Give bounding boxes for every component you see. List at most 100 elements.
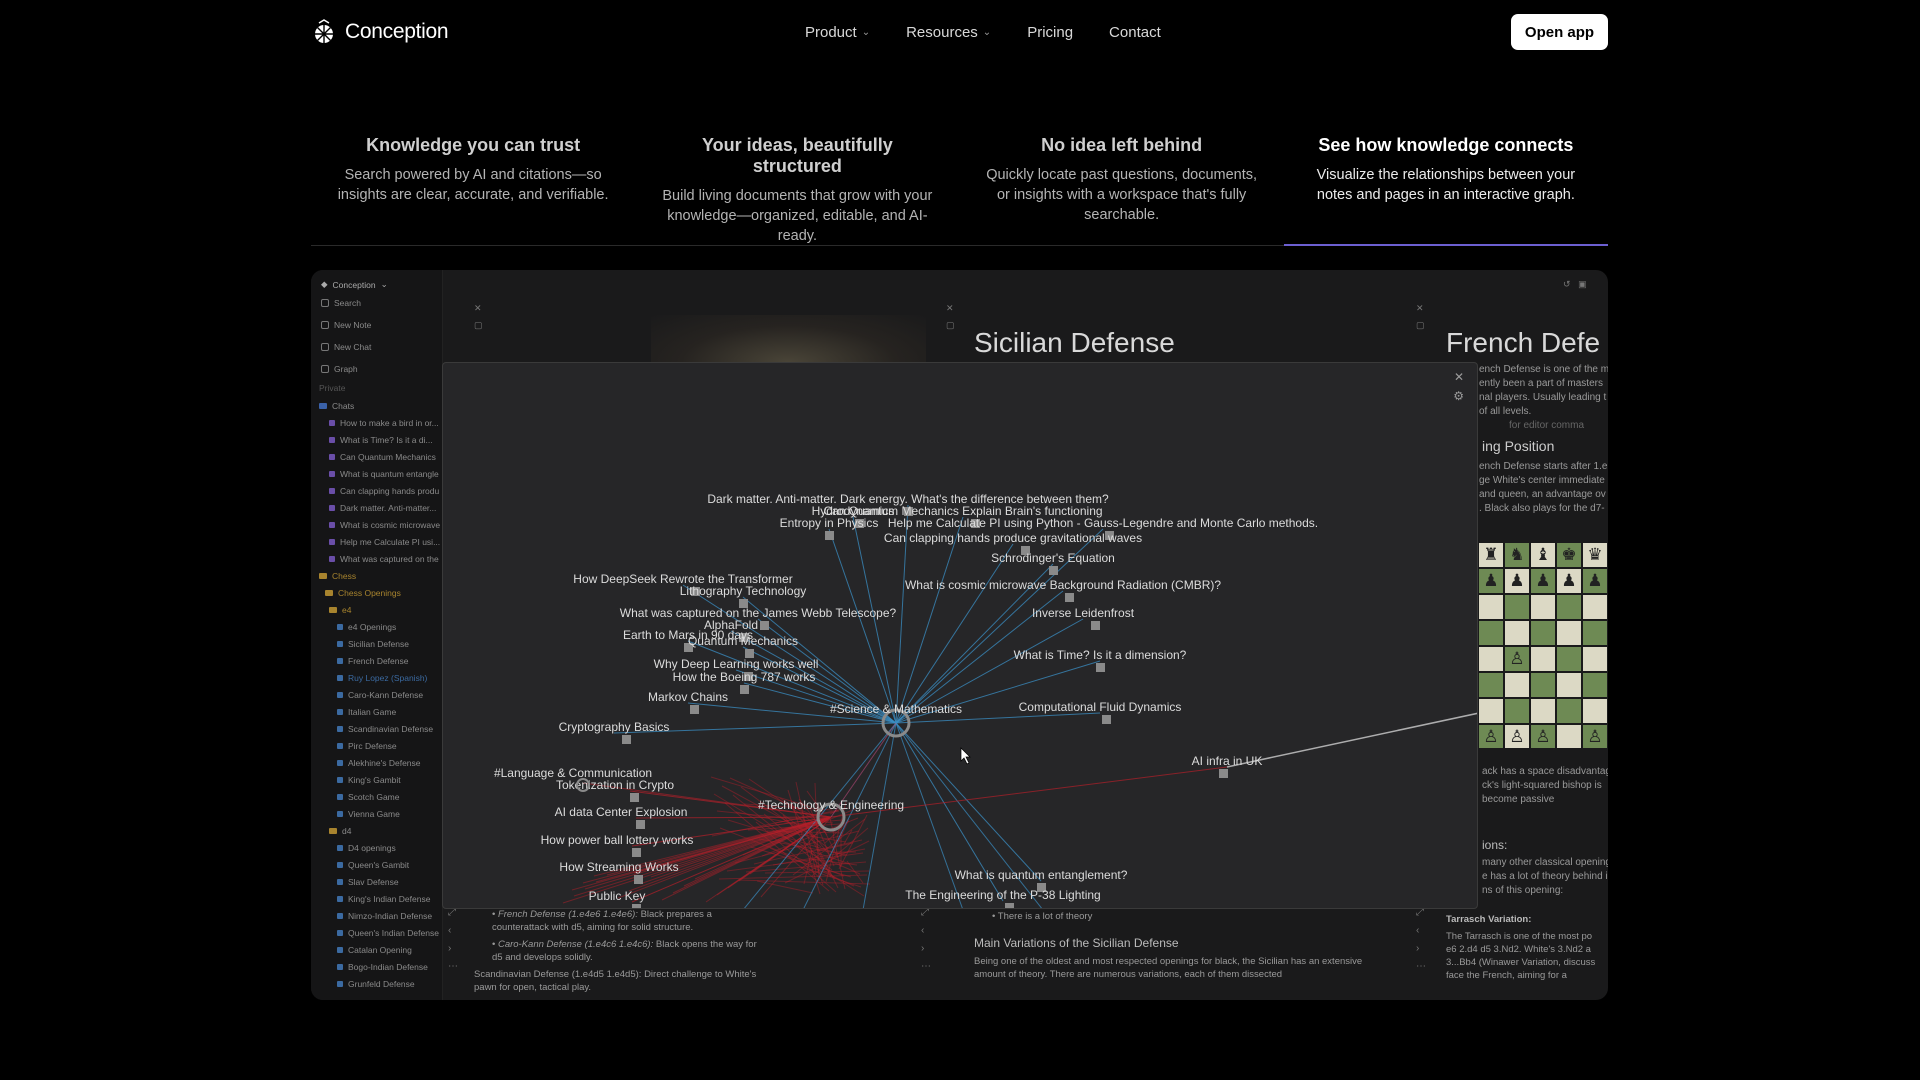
sidebar-page-item[interactable]: Scandinavian Defense xyxy=(337,724,433,734)
sidebar-folder-d4[interactable]: d4 xyxy=(329,826,351,836)
graph-edge[interactable] xyxy=(895,722,963,909)
graph-node-label[interactable]: Entropy in Physics xyxy=(780,516,879,530)
graph-node-label[interactable]: Markov Chains xyxy=(648,690,728,704)
graph-node[interactable] xyxy=(825,531,834,540)
graph-node[interactable] xyxy=(1219,769,1228,778)
sidebar-page-item[interactable]: Catalan Opening xyxy=(337,945,412,955)
graph-node-label[interactable]: Why Deep Learning works well xyxy=(654,657,819,671)
sidebar-page-item[interactable]: Alekhine's Defense xyxy=(337,758,421,768)
chevron-right-icon[interactable]: › xyxy=(916,942,946,956)
more-icon[interactable]: ⋯ xyxy=(916,960,946,974)
mouse-cursor-icon[interactable] xyxy=(960,747,971,765)
sidebar-page-item[interactable]: Grunfeld Defense xyxy=(337,979,415,989)
close-icon[interactable]: ✕ xyxy=(1416,303,1425,314)
graph-node[interactable] xyxy=(1091,621,1100,630)
sidebar-page-item[interactable]: Queen's Indian Defense xyxy=(337,928,439,938)
sidebar-chat-item[interactable]: Can clapping hands produ xyxy=(329,486,439,496)
page-icon[interactable]: ▢ xyxy=(474,320,483,331)
page-icon[interactable]: ▢ xyxy=(1416,320,1425,331)
graph-node[interactable] xyxy=(636,820,645,829)
graph-hub-label[interactable]: #Language & Communication xyxy=(494,766,652,780)
chevron-left-icon[interactable]: ‹ xyxy=(916,924,946,938)
graph-node[interactable] xyxy=(760,621,769,630)
sidebar-page-item[interactable]: King's Gambit xyxy=(337,775,401,785)
graph-node-label[interactable]: Public Key xyxy=(589,889,646,903)
graph-node-label[interactable]: Can clapping hands produce gravitational… xyxy=(884,531,1142,545)
graph-node[interactable] xyxy=(740,685,749,694)
graph-node-label[interactable]: What is quantum entanglement? xyxy=(955,868,1128,882)
sidebar-page-item[interactable]: Slav Defense xyxy=(337,877,399,887)
sidebar-page-item[interactable]: Pirc Defense xyxy=(337,741,397,751)
graph-node-label[interactable]: How the Boeing 787 works xyxy=(673,670,816,684)
sidebar-page-item[interactable]: King's Indian Defense xyxy=(337,894,430,904)
menu-contact[interactable]: Contact xyxy=(1109,24,1161,41)
sidebar-page-item[interactable]: Bogo-Indian Defense xyxy=(337,962,428,972)
graph-node[interactable] xyxy=(1102,715,1111,724)
sidebar-page-item[interactable]: Italian Game xyxy=(337,707,396,717)
graph-node-label[interactable]: The Engineering of the P-38 Lighting xyxy=(905,888,1100,902)
graph-node-label[interactable]: AI data Center Explosion xyxy=(555,805,688,819)
sidebar-folder-chess-openings[interactable]: Chess Openings xyxy=(325,588,401,598)
graph-edge[interactable] xyxy=(852,516,897,724)
graph-node[interactable] xyxy=(632,848,641,857)
more-icon[interactable]: ⋯ xyxy=(1411,960,1441,974)
close-icon[interactable]: ✕ xyxy=(1454,370,1464,384)
sidebar-folder-chess[interactable]: Chess xyxy=(319,571,356,581)
sidebar-chat-item[interactable]: Can Quantum Mechanics xyxy=(329,452,436,462)
graph-node-label[interactable]: AI infra in UK xyxy=(1192,754,1263,768)
chevron-right-icon[interactable]: › xyxy=(443,942,473,956)
graph-node-label[interactable]: Help me Calculate PI using Python - Gaus… xyxy=(888,516,1318,530)
graph-node[interactable] xyxy=(1005,903,1014,909)
open-app-button[interactable]: Open app xyxy=(1511,14,1608,50)
graph-node[interactable] xyxy=(1096,663,1105,672)
feature-tab-searchable[interactable]: No idea left behind Quickly locate past … xyxy=(960,135,1284,247)
graph-node-label[interactable]: What is Time? Is it a dimension? xyxy=(1014,648,1187,662)
sidebar-page-item[interactable]: Scotch Game xyxy=(337,792,400,802)
menu-resources[interactable]: Resources ⌄ xyxy=(906,24,991,41)
graph-node[interactable] xyxy=(634,875,643,884)
graph-canvas[interactable]: Dark matter. Anti-matter. Dark energy. W… xyxy=(443,363,1478,909)
sidebar-page-item[interactable]: Vienna Game xyxy=(337,809,400,819)
gear-icon[interactable]: ⚙ xyxy=(1453,389,1464,403)
sidebar-page-item[interactable]: Sicilian Defense xyxy=(337,639,409,649)
feature-tab-trust[interactable]: Knowledge you can trust Search powered b… xyxy=(311,135,635,247)
feature-tab-structured[interactable]: Your ideas, beautifully structured Build… xyxy=(635,135,959,247)
chevron-right-icon[interactable]: › xyxy=(1411,942,1441,956)
graph-node-label[interactable]: How Streaming Works xyxy=(559,860,678,874)
feature-tab-graph[interactable]: See how knowledge connects Visualize the… xyxy=(1284,135,1608,247)
sidebar-chat-item[interactable]: What was captured on the xyxy=(329,554,439,564)
graph-node-label[interactable]: Tokenization in Crypto xyxy=(556,778,674,792)
sidebar-folder-e4[interactable]: e4 xyxy=(329,605,351,615)
graph-edge[interactable] xyxy=(862,722,897,909)
sidebar-action-graph[interactable]: Graph xyxy=(321,364,358,374)
graph-node-label[interactable]: Quantum Mechanics xyxy=(688,634,798,648)
graph-node[interactable] xyxy=(1065,593,1074,602)
history-icon[interactable]: ↺ xyxy=(1563,279,1571,289)
graph-node[interactable] xyxy=(1049,566,1058,575)
menu-pricing[interactable]: Pricing xyxy=(1027,24,1073,41)
sidebar-chat-item[interactable]: What is quantum entangle xyxy=(329,469,439,479)
graph-node-label[interactable]: Schrodinger's Equation xyxy=(991,551,1115,565)
graph-node[interactable] xyxy=(622,735,631,744)
sidebar-page-item[interactable]: Caro-Kann Defense xyxy=(337,690,423,700)
knowledge-graph-modal[interactable]: Dark matter. Anti-matter. Dark energy. W… xyxy=(442,362,1478,909)
sidebar-action-new-note[interactable]: New Note xyxy=(321,320,371,330)
menu-product[interactable]: Product ⌄ xyxy=(805,24,870,41)
graph-node-label[interactable]: Lithography Technology xyxy=(680,584,807,598)
sidebar-action-search[interactable]: Search xyxy=(321,298,361,308)
graph-edge[interactable] xyxy=(1226,712,1478,768)
chevron-left-icon[interactable]: ‹ xyxy=(1411,924,1441,938)
graph-node[interactable] xyxy=(690,705,699,714)
graph-node-label[interactable]: Inverse Leidenfrost xyxy=(1032,606,1135,620)
graph-node[interactable] xyxy=(632,904,641,909)
graph-node-label[interactable]: Cryptography Basics xyxy=(559,720,670,734)
sidebar-folder-chats[interactable]: Chats xyxy=(319,401,354,411)
close-icon[interactable]: ✕ xyxy=(474,303,483,314)
graph-hub-label[interactable]: #Technology & Engineering xyxy=(758,798,904,812)
graph-node-label[interactable]: How power ball lottery works xyxy=(541,833,694,847)
workspace-switcher[interactable]: ◆ Conception ⌄ xyxy=(321,279,388,290)
more-icon[interactable]: ⋯ xyxy=(443,960,473,974)
sidebar-page-item[interactable]: e4 Openings xyxy=(337,622,396,632)
graph-edge[interactable] xyxy=(828,528,897,724)
sidebar-chat-item[interactable]: How to make a bird in or... xyxy=(329,418,439,428)
